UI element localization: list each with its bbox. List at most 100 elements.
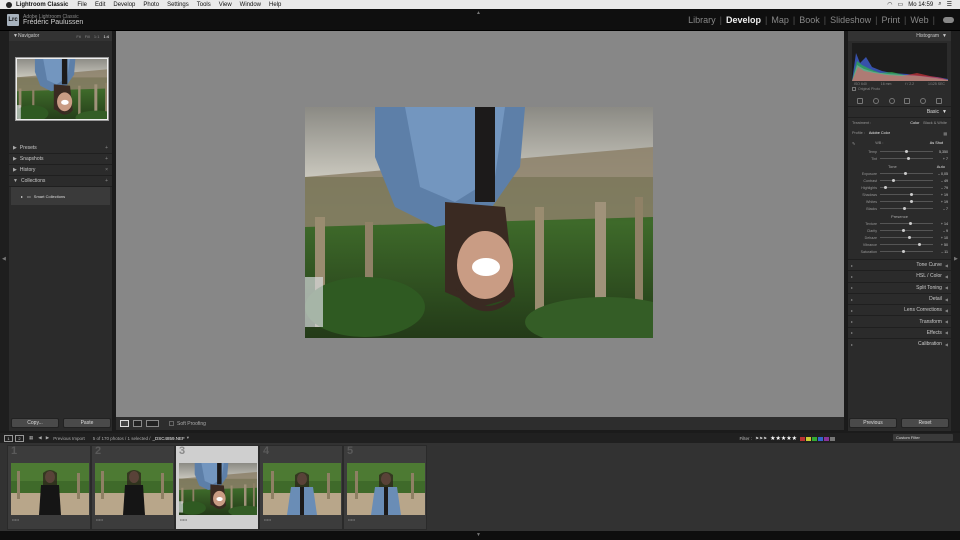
left-panel-toggle-icon[interactable]: ◀ bbox=[2, 256, 6, 262]
original-photo-toggle[interactable]: Original Photo bbox=[848, 87, 951, 91]
thumb-rating[interactable]: ••••• bbox=[96, 517, 103, 522]
blacks-value[interactable]: – 7 bbox=[935, 207, 948, 211]
previous-button[interactable]: Previous bbox=[849, 418, 897, 428]
blacks-slider-thumb[interactable] bbox=[902, 206, 906, 210]
vibrance-slider-thumb[interactable] bbox=[918, 242, 922, 246]
flag-filter-icon[interactable]: ⚑⚑⚑ bbox=[755, 436, 767, 442]
section-header-split-toning[interactable]: ▸ Split Toning ◀ bbox=[848, 281, 951, 293]
whites-slider-thumb[interactable] bbox=[910, 199, 914, 203]
adjustment-brush-icon[interactable] bbox=[936, 97, 943, 104]
custom-filter-select[interactable]: Custom Filter bbox=[893, 434, 953, 441]
menu-develop[interactable]: Develop bbox=[113, 2, 135, 8]
contrast-slider[interactable] bbox=[880, 178, 933, 182]
menu-settings[interactable]: Settings bbox=[167, 2, 189, 8]
snapshots-header[interactable]: ▶ Snapshots + bbox=[9, 154, 112, 165]
blue-label-icon[interactable] bbox=[818, 436, 823, 441]
dehaze-value[interactable]: + 10 bbox=[935, 236, 948, 240]
menu-tools[interactable]: Tools bbox=[197, 2, 211, 8]
add-preset-icon[interactable]: + bbox=[105, 145, 108, 151]
shadows-slider[interactable] bbox=[880, 192, 933, 196]
identity-plate[interactable]: Adobe Lightroom Classic Frédéric Pauluss… bbox=[23, 14, 83, 26]
menu-app-name[interactable]: Lightroom Classic bbox=[16, 2, 68, 8]
contrast-slider-thumb[interactable] bbox=[892, 178, 896, 182]
chevron-down-icon[interactable]: ▾ bbox=[187, 435, 189, 441]
section-header-transform[interactable]: ▸ Transform ◀ bbox=[848, 315, 951, 326]
panel-switch-icon[interactable]: ▸ bbox=[851, 330, 853, 335]
section-header-hsl-color[interactable]: ▸ HSL / Color ◀ bbox=[848, 270, 951, 281]
navigator-view-box[interactable] bbox=[16, 58, 108, 120]
exposure-slider[interactable] bbox=[880, 171, 933, 175]
yellow-label-icon[interactable] bbox=[806, 436, 811, 441]
zoom-fill[interactable]: Fill bbox=[85, 34, 90, 39]
whites-value[interactable]: + 19 bbox=[935, 200, 948, 204]
filmstrip-thumb[interactable]: 5 ••••• bbox=[343, 445, 427, 530]
top-panel-toggle-icon[interactable]: ▲ bbox=[476, 10, 481, 16]
module-library[interactable]: Library bbox=[686, 15, 718, 25]
loupe-view-icon[interactable] bbox=[120, 420, 129, 427]
panel-switch-icon[interactable]: ▸ bbox=[851, 342, 853, 347]
before-after-icon[interactable] bbox=[133, 420, 142, 427]
section-header-detail[interactable]: ▸ Detail ◀ bbox=[848, 292, 951, 304]
color-label-filter[interactable] bbox=[800, 436, 835, 441]
shadows-value[interactable]: + 19 bbox=[935, 193, 948, 197]
shadows-slider-thumb[interactable] bbox=[910, 192, 914, 196]
back-arrow-icon[interactable]: ◀ bbox=[38, 435, 41, 441]
add-collection-icon[interactable]: + bbox=[105, 178, 108, 184]
wifi-icon[interactable]: ◠ bbox=[887, 1, 892, 8]
dehaze-slider-thumb[interactable] bbox=[907, 235, 911, 239]
clarity-slider[interactable] bbox=[880, 228, 933, 232]
treatment-color[interactable]: Color bbox=[910, 121, 919, 125]
cloud-icon[interactable] bbox=[943, 17, 954, 23]
tint-slider[interactable] bbox=[880, 156, 933, 160]
whites-slider[interactable] bbox=[880, 199, 933, 203]
thumb-rating[interactable]: ••••• bbox=[180, 517, 187, 522]
histogram-header[interactable]: Histogram ▼ bbox=[848, 31, 951, 41]
green-label-icon[interactable] bbox=[812, 436, 817, 441]
panel-switch-icon[interactable]: ▸ bbox=[851, 285, 853, 290]
vibrance-value[interactable]: + 50 bbox=[935, 243, 948, 247]
profile-browser-icon[interactable]: ▦ bbox=[943, 131, 947, 136]
clarity-value[interactable]: – 9 bbox=[935, 229, 948, 233]
tint-slider-thumb[interactable] bbox=[906, 156, 910, 160]
battery-icon[interactable]: ▭ bbox=[898, 1, 904, 8]
section-header-effects[interactable]: ▸ Effects ◀ bbox=[848, 326, 951, 338]
crop-tool-icon[interactable] bbox=[856, 97, 863, 104]
thumb-rating[interactable]: ••••• bbox=[12, 517, 19, 522]
eyedropper-icon[interactable]: ✎ bbox=[852, 141, 855, 146]
thumb-rating[interactable]: ••••• bbox=[264, 517, 271, 522]
before-after-split-icon[interactable] bbox=[146, 420, 159, 427]
texture-value[interactable]: + 14 bbox=[935, 222, 948, 226]
right-panel-edge[interactable]: ▶ bbox=[951, 31, 960, 431]
menu-view[interactable]: View bbox=[219, 2, 232, 8]
auto-tone-button[interactable]: Auto bbox=[937, 164, 945, 169]
history-header[interactable]: ▶ History × bbox=[9, 165, 112, 176]
section-header-lens-corrections[interactable]: ▸ Lens Corrections ◀ bbox=[848, 304, 951, 315]
filmstrip-thumb[interactable]: 4 ••••• bbox=[259, 445, 343, 530]
clarity-slider-thumb[interactable] bbox=[902, 228, 906, 232]
zoom-fit[interactable]: Fit bbox=[76, 34, 80, 39]
menu-edit[interactable]: Edit bbox=[95, 2, 105, 8]
dehaze-slider[interactable] bbox=[880, 235, 933, 239]
filmstrip-thumb[interactable]: 1 ••••• bbox=[7, 445, 91, 530]
filmstrip-toggle-icon[interactable]: ▼ bbox=[476, 532, 481, 538]
highlights-slider-thumb[interactable] bbox=[883, 185, 887, 189]
image-canvas[interactable] bbox=[116, 31, 844, 417]
forward-arrow-icon[interactable]: ▶ bbox=[46, 435, 49, 441]
add-snapshot-icon[interactable]: + bbox=[105, 156, 108, 162]
menubar-clock[interactable]: Mo 14:59 bbox=[908, 2, 933, 8]
saturation-value[interactable]: – 11 bbox=[935, 250, 948, 254]
source-label[interactable]: Previous Import bbox=[53, 436, 85, 441]
exposure-value[interactable]: – 0,05 bbox=[935, 172, 948, 176]
file-name[interactable]: _DSC4859.NEF bbox=[153, 436, 185, 441]
vibrance-slider[interactable] bbox=[880, 242, 933, 246]
histogram[interactable] bbox=[852, 43, 948, 81]
reset-button[interactable]: Reset bbox=[901, 418, 949, 428]
temp-slider[interactable] bbox=[880, 149, 933, 153]
basic-header[interactable]: Basic ▼ bbox=[848, 107, 951, 118]
search-icon[interactable]: ⌕ bbox=[938, 1, 941, 8]
grid-view-icon[interactable]: ▦ bbox=[29, 435, 33, 441]
profile-select[interactable]: Adobe Color bbox=[869, 131, 890, 135]
right-panel-toggle-icon[interactable]: ▶ bbox=[954, 256, 958, 262]
section-header-tone-curve[interactable]: ▸ Tone Curve ◀ bbox=[848, 259, 951, 270]
module-web[interactable]: Web bbox=[908, 15, 930, 25]
